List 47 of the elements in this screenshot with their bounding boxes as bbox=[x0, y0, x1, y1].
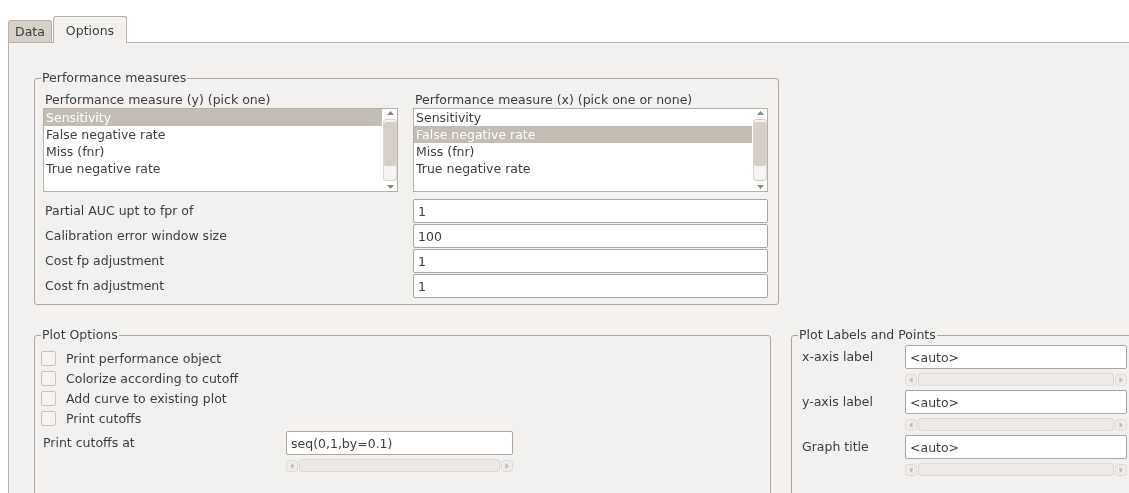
scrollbar-thumb[interactable] bbox=[754, 122, 766, 166]
tab[interactable]: Data bbox=[8, 20, 52, 42]
list-item[interactable]: False negative rate bbox=[44, 126, 382, 143]
field-label: Calibration error window size bbox=[44, 227, 228, 245]
checkbox[interactable] bbox=[41, 370, 56, 386]
text-field[interactable]: <auto> bbox=[905, 390, 1127, 414]
field-label: x-axis label bbox=[801, 348, 875, 366]
list-item[interactable]: Miss (fnr) bbox=[44, 143, 382, 160]
text-field[interactable]: seq(0,1,by=0.1) bbox=[286, 431, 513, 455]
checkbox-label: Print cutoffs bbox=[66, 410, 142, 426]
horizontal-scrollbar[interactable] bbox=[918, 463, 1114, 476]
checkbox[interactable] bbox=[41, 390, 56, 406]
group-title: Plot Options bbox=[41, 327, 119, 343]
horizontal-scrollbar[interactable] bbox=[918, 418, 1114, 431]
list-label: Performance measure (y) (pick one) bbox=[44, 91, 272, 108]
scroll-up-arrow-icon bbox=[385, 109, 395, 117]
field-label: Graph title bbox=[801, 438, 870, 456]
horizontal-scrollbar[interactable] bbox=[299, 459, 500, 472]
checkbox-label: Colorize according to cutoff bbox=[66, 370, 239, 386]
list-item[interactable]: True negative rate bbox=[44, 160, 382, 177]
field-label: Partial AUC upt to fpr of bbox=[44, 202, 195, 220]
list-box[interactable]: Sensitivity False negative rate Miss (fnr) True negative rate bbox=[413, 108, 768, 192]
field-label: Print cutoffs at bbox=[42, 434, 136, 452]
field-label: Cost fn adjustment bbox=[44, 277, 166, 295]
checkbox[interactable] bbox=[41, 350, 56, 366]
list-item[interactable]: Sensitivity bbox=[414, 109, 752, 126]
scroll-up-arrow-icon bbox=[755, 109, 765, 117]
tab[interactable]: Options bbox=[52, 16, 128, 43]
text-field[interactable]: 100 bbox=[413, 224, 768, 248]
scrollbar-thumb[interactable] bbox=[384, 122, 396, 166]
field-label: y-axis label bbox=[801, 393, 874, 411]
text-field[interactable]: <auto> bbox=[905, 345, 1127, 369]
list-label: Performance measure (x) (pick one or none) bbox=[414, 91, 694, 108]
horizontal-scrollbar[interactable] bbox=[918, 373, 1114, 386]
checkbox[interactable] bbox=[41, 410, 56, 426]
list-item[interactable]: Miss (fnr) bbox=[414, 143, 752, 160]
checkbox-label: Add curve to existing plot bbox=[66, 390, 227, 406]
checkbox-label: Print performance object bbox=[66, 350, 222, 366]
text-field[interactable]: 1 bbox=[413, 199, 768, 223]
scroll-down-arrow-icon bbox=[385, 183, 395, 191]
text-field[interactable]: 1 bbox=[413, 249, 768, 273]
list-box[interactable]: Sensitivity False negative rate Miss (fnr) True negative rate bbox=[43, 108, 398, 192]
text-field[interactable]: 1 bbox=[413, 274, 768, 298]
field-label: Cost fp adjustment bbox=[44, 252, 166, 270]
text-field[interactable]: <auto> bbox=[905, 435, 1127, 459]
list-item[interactable]: True negative rate bbox=[414, 160, 752, 177]
scroll-down-arrow-icon bbox=[755, 183, 765, 191]
